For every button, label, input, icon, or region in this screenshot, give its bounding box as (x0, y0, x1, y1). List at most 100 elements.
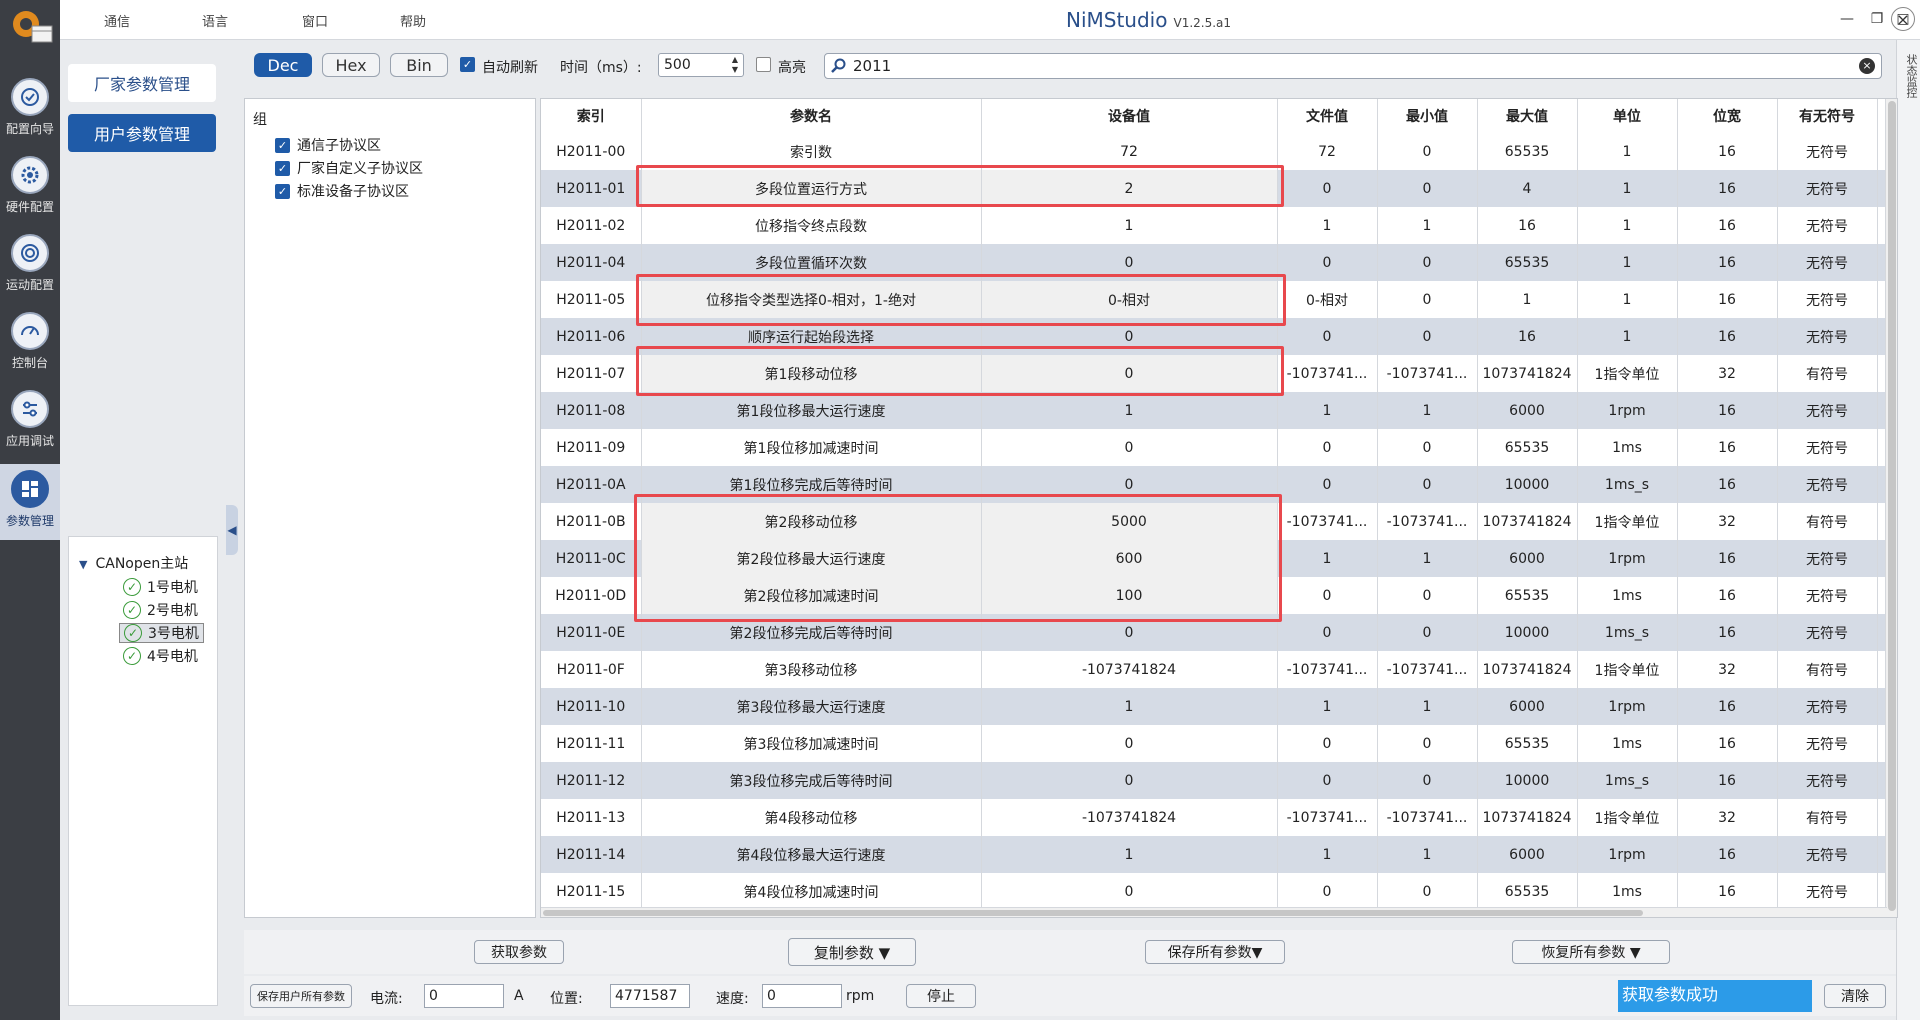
cell-device-value[interactable]: -1073741824 (981, 651, 1278, 688)
cell-device-value[interactable]: 1 (981, 836, 1278, 873)
cell-device-value[interactable]: 0 (981, 466, 1278, 503)
auto-refresh-checkbox[interactable]: ✓ (460, 57, 475, 72)
cell-device-value[interactable]: 2 (981, 170, 1278, 207)
col-header-min[interactable]: 最小值 (1377, 99, 1478, 133)
table-row[interactable]: H2011-02 位移指令终点段数 1 1 1 16 1 16 无符号 (541, 207, 1888, 244)
stop-button[interactable]: 停止 (906, 984, 976, 1008)
col-header-max[interactable]: 最大值 (1477, 99, 1578, 133)
cell-device-value[interactable]: 0 (981, 873, 1278, 910)
user-params-button[interactable]: 用户参数管理 (68, 114, 216, 152)
search-input[interactable]: 2011 × (824, 53, 1882, 79)
scroll-thumb[interactable] (543, 910, 1643, 916)
col-header-bitwidth[interactable]: 位宽 (1677, 99, 1778, 133)
copy-params-button[interactable]: 复制参数 ▼ (788, 938, 916, 966)
table-row[interactable]: H2011-01 多段位置运行方式 2 0 0 4 1 16 无符号 (541, 170, 1888, 207)
restore-icon[interactable]: ❐ (1866, 9, 1888, 29)
col-header-unit[interactable]: 单位 (1577, 99, 1678, 133)
table-row[interactable]: H2011-05 位移指令类型选择0-相对，1-绝对 0-相对 0-相对 0 1 1 16 无符… (541, 281, 1888, 318)
save-user-params-button[interactable]: 保存用户所有参数 (250, 984, 352, 1008)
factory-params-button[interactable]: 厂家参数管理 (68, 64, 216, 102)
table-row[interactable]: H2011-06 顺序运行起始段选择 0 0 0 16 1 16 无符号 (541, 318, 1888, 355)
cell-device-value[interactable]: 0-相对 (981, 281, 1278, 318)
cell-device-value[interactable]: 0 (981, 614, 1278, 651)
clear-search-icon[interactable]: × (1859, 58, 1875, 74)
collapse-panel-handle[interactable]: ◀ (226, 505, 238, 555)
tree-item-motor-1[interactable]: ✓ 1号电机 (119, 577, 202, 597)
menu-window[interactable]: 窗口 (302, 11, 328, 30)
cell-device-value[interactable]: 0 (981, 244, 1278, 281)
dec-button[interactable]: Dec (254, 53, 312, 77)
cell-device-value[interactable]: -1073741824 (981, 799, 1278, 836)
menu-help[interactable]: 帮助 (400, 11, 426, 30)
cell-device-value[interactable]: 72 (981, 133, 1278, 170)
nav-config-wizard[interactable]: 配置向导 (0, 72, 60, 148)
tree-root[interactable]: ▼ CANopen主站 (79, 553, 188, 573)
cell-device-value[interactable]: 0 (981, 318, 1278, 355)
get-params-button[interactable]: 获取参数 (474, 940, 564, 964)
interval-spinbox[interactable]: 500 ▲ ▼ (658, 53, 744, 77)
cell-device-value[interactable]: 1 (981, 688, 1278, 725)
group-item-vendor[interactable]: ✓ 厂家自定义子协议区 (275, 158, 423, 178)
cell-device-value[interactable]: 1 (981, 392, 1278, 429)
cell-device-value[interactable]: 0 (981, 355, 1278, 392)
tree-item-motor-4[interactable]: ✓ 4号电机 (119, 646, 202, 666)
tree-item-motor-3[interactable]: ✓ 3号电机 (119, 623, 204, 643)
speed-field[interactable]: 0 (762, 984, 842, 1008)
clear-button[interactable]: 清除 (1824, 984, 1886, 1008)
cell-device-value[interactable]: 0 (981, 762, 1278, 799)
highlight-checkbox[interactable] (756, 57, 771, 72)
table-row[interactable]: H2011-0D 第2段位移加减速时间 100 0 0 65535 1ms 16 无符号 (541, 577, 1888, 614)
cell-device-value[interactable]: 1 (981, 207, 1278, 244)
table-row[interactable]: H2011-0E 第2段位移完成后等待时间 0 0 0 10000 1ms_s 16 无符号 (541, 614, 1888, 651)
table-row[interactable]: H2011-0F 第3段移动位移 -1073741824 -1073741... -10… (541, 651, 1888, 688)
table-row[interactable]: H2011-0A 第1段位移完成后等待时间 0 0 0 10000 1ms_s 16 无符号 (541, 466, 1888, 503)
table-row[interactable]: H2011-04 多段位置循环次数 0 0 0 65535 1 16 无符号 (541, 244, 1888, 281)
restore-all-params-button[interactable]: 恢复所有参数 ▼ (1512, 940, 1670, 964)
menu-language[interactable]: 语言 (202, 11, 228, 30)
hex-button[interactable]: Hex (322, 53, 380, 77)
table-row[interactable]: H2011-0B 第2段移动位移 5000 -1073741... -1073741..… (541, 503, 1888, 540)
menu-communication[interactable]: 通信 (104, 11, 130, 30)
table-row[interactable]: H2011-12 第3段位移完成后等待时间 0 0 0 10000 1ms_s 16 无符号 (541, 762, 1888, 799)
group-item-comm[interactable]: ✓ 通信子协议区 (275, 135, 381, 155)
save-all-params-button[interactable]: 保存所有参数▼ (1145, 940, 1285, 964)
status-monitor-strip[interactable]: 状态监控 (1896, 40, 1920, 1020)
col-header-device-value[interactable]: 设备值 (981, 99, 1278, 133)
group-checkbox[interactable]: ✓ (275, 160, 290, 176)
cell-device-value[interactable]: 100 (981, 577, 1278, 614)
col-header-name[interactable]: 参数名 (641, 99, 982, 133)
col-header-file-value[interactable]: 文件值 (1277, 99, 1378, 133)
table-row[interactable]: H2011-11 第3段位移加减速时间 0 0 0 65535 1ms 16 无符号 (541, 725, 1888, 762)
cell-device-value[interactable]: 0 (981, 429, 1278, 466)
current-field[interactable]: 0 (424, 984, 504, 1008)
table-row[interactable]: H2011-14 第4段位移最大运行速度 1 1 1 6000 1rpm 16 无符号 (541, 836, 1888, 873)
group-checkbox[interactable]: ✓ (275, 137, 290, 153)
cell-device-value[interactable]: 600 (981, 540, 1278, 577)
group-checkbox[interactable]: ✓ (275, 183, 290, 199)
close-icon[interactable]: × (1891, 7, 1915, 31)
spin-arrows-icon[interactable]: ▲ ▼ (729, 55, 741, 75)
nav-app-debug[interactable]: 应用调试 (0, 384, 60, 460)
nav-param-management[interactable]: 参数管理 (0, 464, 60, 540)
table-row[interactable]: H2011-09 第1段位移加减速时间 0 0 0 65535 1ms 16 无符号 (541, 429, 1888, 466)
table-row[interactable]: H2011-13 第4段移动位移 -1073741824 -1073741... -10… (541, 799, 1888, 836)
table-row[interactable]: H2011-00 索引数 72 72 0 65535 1 16 无符号 (541, 133, 1888, 170)
group-item-standard[interactable]: ✓ 标准设备子协议区 (275, 181, 409, 201)
scroll-thumb[interactable] (1888, 101, 1896, 911)
cell-device-value[interactable]: 5000 (981, 503, 1278, 540)
table-row[interactable]: H2011-15 第4段位移加减速时间 0 0 0 65535 1ms 16 无符号 (541, 873, 1888, 910)
expand-arrow-icon[interactable]: ▼ (79, 558, 87, 571)
cell-device-value[interactable]: 0 (981, 725, 1278, 762)
minimize-icon[interactable]: — (1836, 9, 1858, 29)
col-header-index[interactable]: 索引 (541, 99, 642, 133)
table-row[interactable]: H2011-08 第1段位移最大运行速度 1 1 1 6000 1rpm 16 无符号 (541, 392, 1888, 429)
tree-item-motor-2[interactable]: ✓ 2号电机 (119, 600, 202, 620)
horizontal-scrollbar[interactable] (541, 907, 1887, 917)
nav-dashboard[interactable]: 控制台 (0, 306, 60, 382)
position-field[interactable]: 4771587 (610, 984, 690, 1008)
table-row[interactable]: H2011-10 第3段位移最大运行速度 1 1 1 6000 1rpm 16 无符号 (541, 688, 1888, 725)
vertical-scrollbar[interactable] (1885, 99, 1897, 917)
table-row[interactable]: H2011-07 第1段移动位移 0 -1073741... -1073741... 10… (541, 355, 1888, 392)
table-row[interactable]: H2011-0C 第2段位移最大运行速度 600 1 1 6000 1rpm 16 无符号 (541, 540, 1888, 577)
nav-hardware-config[interactable]: 硬件配置 (0, 150, 60, 226)
